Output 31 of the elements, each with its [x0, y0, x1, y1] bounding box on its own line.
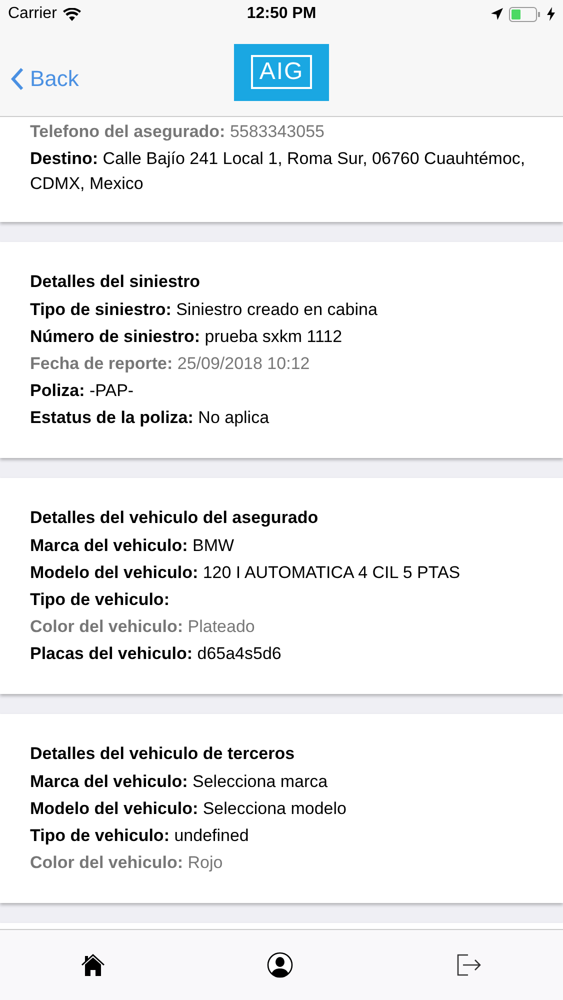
detail-row-text: Número de siniestro: prueba sxkm 1112: [30, 326, 344, 348]
profile-icon[interactable]: [267, 952, 294, 978]
detail-row-text: Tipo de siniestro: Siniestro creado en cabina: [30, 299, 378, 321]
detail-row-text: Poliza: -PAP-: [30, 380, 135, 402]
detail-row-text: Destino: Calle Bajío 241 Local 1, Roma Sur, 06760 Cuauhtémoc, CDMX, Mexico: [30, 148, 526, 195]
detail-row-text: Modelo del vehiculo: Selecciona modelo: [30, 798, 348, 820]
carrier-name: Carrier: [8, 5, 57, 23]
clock-time: 12:50 PM: [246, 5, 316, 23]
card-title: Detalles del siniestro: [30, 271, 202, 293]
detail-row-text: Marca del vehiculo: Selecciona marca: [30, 771, 329, 793]
detail-row-text: Color del vehiculo: Rojo: [30, 852, 224, 874]
card-title: Detalles del vehiculo de terceros: [30, 743, 296, 765]
detail-row-text: Placas del vehiculo: d65a4s5d6: [30, 643, 282, 665]
detail-row-text: Tipo de vehiculo:: [30, 589, 170, 611]
detail-row-text: Fecha de reporte: 25/09/2018 10:12: [30, 353, 311, 375]
wifi-icon: [62, 8, 81, 20]
logo: AIG: [234, 44, 329, 100]
home-icon[interactable]: [81, 954, 106, 976]
chevron-left-icon: [10, 67, 24, 91]
detail-row-text: Tipo de vehiculo: undefined: [30, 825, 250, 847]
battery-icon: [509, 6, 541, 22]
detail-row-text: Color del vehiculo: Plateado: [30, 616, 256, 638]
detail-row-text: Marca del vehiculo: BMW: [30, 535, 236, 557]
detail-row-text: Estatus de la poliza: No aplica: [30, 407, 270, 429]
location-arrow-icon: [491, 8, 503, 20]
detail-row-text: Modelo del vehiculo: 120 I AUTOMATICA 4 CIL 5 PTAS: [30, 562, 462, 584]
charging-bolt-icon: [547, 7, 555, 21]
back-button[interactable]: Back: [10, 66, 79, 92]
detail-row-text: Telefono del asegurado: 5583343055: [30, 121, 326, 143]
logout-icon[interactable]: [456, 954, 482, 976]
card-title: Detalles del vehiculo del asegurado: [30, 507, 320, 529]
